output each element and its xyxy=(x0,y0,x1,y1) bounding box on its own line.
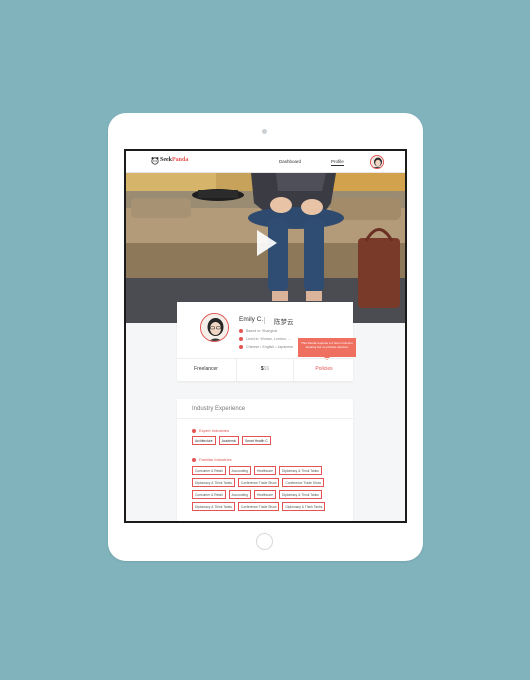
expert-industries-label: Expert Industries xyxy=(192,428,229,433)
app-logo[interactable]: SeekPanda xyxy=(153,157,188,163)
tag-familiar: Diplomacy & Think Tanks xyxy=(192,502,235,511)
policies-link[interactable]: Policies xyxy=(295,358,353,381)
profile-avatar xyxy=(200,313,229,342)
tag-familiar: Diplomacy & Think Tanks xyxy=(192,478,235,487)
tag-expert: Academic xyxy=(218,436,240,445)
top-navbar: SeekPanda Dashboard Profile xyxy=(126,151,405,173)
tag-expert: Architecture xyxy=(192,436,216,445)
tag-familiar: Diplomacy & Think Tanks xyxy=(278,466,322,475)
tag-familiar: Consumer & Retail xyxy=(192,466,226,475)
hero-video[interactable] xyxy=(126,173,405,323)
home-icon xyxy=(239,337,243,342)
policy-tooltip: This Panda requires a 2 hour minimum boo… xyxy=(298,338,356,360)
expert-label-text: Expert Industries xyxy=(199,428,230,433)
user-avatar[interactable] xyxy=(370,155,384,169)
camera-icon xyxy=(262,129,267,134)
info-languages: Chinese • English • Japanese xyxy=(239,345,294,350)
tag-expert: Smart Health C xyxy=(242,436,271,445)
home-button[interactable] xyxy=(256,533,273,550)
industry-experience-card: Industry Experience Expert Industries Ar… xyxy=(177,399,353,521)
tag-familiar: Conference Trade Show xyxy=(282,478,325,487)
familiar-industries-label: Familiar Industries xyxy=(192,457,232,462)
profile-name-chinese: 陈梦云 xyxy=(274,319,294,326)
app-screen: SeekPanda Dashboard Profile Emily C. 陈梦云… xyxy=(124,149,407,523)
tag-familiar: Conference Trade Show xyxy=(237,502,280,511)
expert-tags: Architecture Academic Smart Health C xyxy=(192,436,347,445)
profile-card: Emily C. 陈梦云 Based in: Shanghai Lived in… xyxy=(177,302,356,381)
industry-title: Industry Experience xyxy=(192,406,246,412)
price-level: $$$ xyxy=(236,358,294,381)
industry-divider xyxy=(177,418,353,419)
familiar-tags: Consumer & Retail Accounting Healthcare … xyxy=(192,466,347,511)
based-in-text: Based in: Shanghai xyxy=(246,329,278,333)
globe-icon xyxy=(239,345,243,350)
freelancer-label: Freelancer xyxy=(194,366,218,372)
tag-familiar: Diplomacy & Think Tanks xyxy=(278,490,322,499)
tablet-frame: SeekPanda Dashboard Profile Emily C. 陈梦云… xyxy=(108,113,423,561)
info-lived-in: Lived in: Wuhan, London, ... xyxy=(239,337,291,342)
info-based-in: Based in: Shanghai xyxy=(239,329,278,334)
tag-familiar: Healthcare xyxy=(253,490,276,499)
tag-familiar: Conference Trade Show xyxy=(237,478,280,487)
thumbs-up-icon xyxy=(192,457,196,462)
familiar-label-text: Familiar Industries xyxy=(199,457,232,462)
logo-text-seek: Seek xyxy=(160,157,172,163)
lived-in-text: Lived in: Wuhan, London, ... xyxy=(246,337,291,341)
nav-dashboard[interactable]: Dashboard xyxy=(279,159,301,164)
tag-familiar: Accounting xyxy=(228,466,251,475)
star-icon xyxy=(192,428,196,433)
tag-familiar: Consumer & Retail xyxy=(192,490,226,499)
play-icon[interactable] xyxy=(257,230,277,256)
languages-text: Chinese • English • Japanese xyxy=(246,345,294,349)
tag-familiar: Accounting xyxy=(228,490,251,499)
name-divider xyxy=(264,317,265,324)
map-pin-icon xyxy=(239,329,243,334)
tag-familiar: Diplomacy & Think Tanks xyxy=(282,502,326,511)
price-inactive: $$ xyxy=(263,366,270,372)
nav-profile[interactable]: Profile xyxy=(331,159,344,166)
tag-familiar: Healthcare xyxy=(253,466,276,475)
profile-name: Emily C. xyxy=(239,316,264,323)
logo-text-panda: Panda xyxy=(172,157,189,163)
